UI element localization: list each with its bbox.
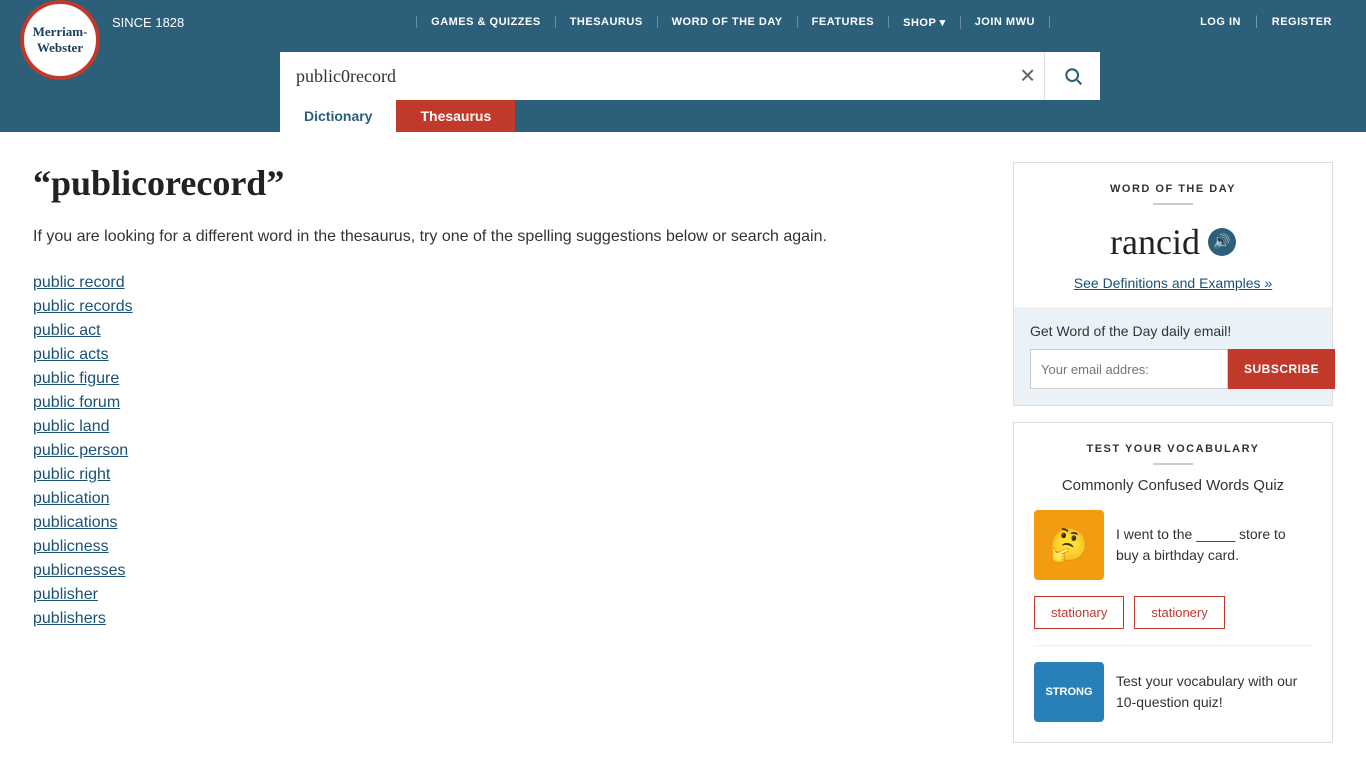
quiz2-row: STRONG Test your vocabulary with our 10-… — [1034, 645, 1312, 722]
suggestion-link[interactable]: publisher — [33, 586, 98, 603]
sidebar: WORD OF THE DAY rancid 🔊 See Definitions… — [1013, 162, 1333, 743]
email-row: SUBSCRIBE — [1030, 349, 1316, 389]
list-item: publications — [33, 514, 983, 532]
nav-shop[interactable]: SHOP ▾ — [889, 16, 961, 29]
auth-links: LOG IN | REGISTER — [1186, 14, 1346, 30]
register-link[interactable]: REGISTER — [1258, 16, 1346, 28]
logo-area: Merriam-Webster SINCE 1828 — [20, 0, 280, 62]
header-top-bar: Merriam-Webster SINCE 1828 GAMES & QUIZZ… — [0, 0, 1366, 44]
nav-features[interactable]: FEATURES — [798, 16, 889, 28]
content-area: “publicorecord” If you are looking for a… — [33, 162, 1013, 743]
list-item: publisher — [33, 586, 983, 604]
search-button[interactable] — [1044, 52, 1100, 100]
suggestion-link[interactable]: public figure — [33, 370, 119, 387]
nav-thesaurus[interactable]: THESAURUS — [556, 16, 658, 28]
list-item: publicnesses — [33, 562, 983, 580]
list-item: public act — [33, 322, 983, 340]
list-item: public forum — [33, 394, 983, 412]
suggestion-link[interactable]: public forum — [33, 394, 120, 411]
suggestion-link[interactable]: public right — [33, 466, 110, 483]
suggestion-link[interactable]: publications — [33, 514, 118, 531]
email-input[interactable] — [1030, 349, 1228, 389]
wotd-label: WORD OF THE DAY — [1034, 183, 1312, 195]
quiz-options: stationary stationery — [1034, 596, 1312, 629]
suggestion-link[interactable]: public act — [33, 322, 101, 339]
list-item: public acts — [33, 346, 983, 364]
suggestion-link[interactable]: public records — [33, 298, 133, 315]
search-icon — [1063, 66, 1083, 86]
description: If you are looking for a different word … — [33, 224, 983, 250]
main-content: “publicorecord” If you are looking for a… — [13, 132, 1353, 763]
suggestions-list: public record public records public act … — [33, 274, 983, 628]
logo[interactable]: Merriam-Webster — [20, 0, 100, 80]
tab-thesaurus[interactable]: Thesaurus — [396, 100, 515, 132]
sound-icon[interactable]: 🔊 — [1208, 228, 1236, 256]
tab-bar: Dictionary Thesaurus — [0, 100, 1366, 132]
login-link[interactable]: LOG IN — [1186, 16, 1255, 28]
nav-wotd[interactable]: WORD OF THE DAY — [658, 16, 798, 28]
tab-dictionary[interactable]: Dictionary — [280, 100, 396, 132]
list-item: public record — [33, 274, 983, 292]
suggestion-link[interactable]: public acts — [33, 346, 109, 363]
suggestion-link[interactable]: publishers — [33, 610, 106, 627]
suggestion-link[interactable]: publication — [33, 490, 110, 507]
quiz-option-stationary[interactable]: stationary — [1034, 596, 1124, 629]
since-label: SINCE 1828 — [112, 15, 184, 30]
subscribe-button[interactable]: SUBSCRIBE — [1228, 349, 1335, 389]
vocab-card: TEST YOUR VOCABULARY Commonly Confused W… — [1013, 422, 1333, 743]
list-item: public figure — [33, 370, 983, 388]
list-item: publicness — [33, 538, 983, 556]
wotd-email-label: Get Word of the Day daily email! — [1030, 323, 1316, 339]
wotd-divider — [1153, 203, 1193, 205]
suggestion-link[interactable]: public person — [33, 442, 128, 459]
list-item: public person — [33, 442, 983, 460]
list-item: public land — [33, 418, 983, 436]
nav-games[interactable]: GAMES & QUIZZES — [416, 16, 556, 28]
search-input[interactable] — [280, 52, 1044, 100]
list-item: publishers — [33, 610, 983, 628]
logo-text: Merriam-Webster — [33, 24, 88, 55]
search-wrapper: ✕ — [280, 52, 1100, 100]
page-title: “publicorecord” — [33, 162, 983, 204]
vocab-label: TEST YOUR VOCABULARY — [1034, 443, 1312, 455]
list-item: public right — [33, 466, 983, 484]
quiz-sentence: I went to the _____ store to buy a birth… — [1116, 524, 1312, 566]
quiz2-text: Test your vocabulary with our 10-questio… — [1116, 671, 1312, 713]
wotd-card: WORD OF THE DAY rancid 🔊 See Definitions… — [1013, 162, 1333, 406]
vocab-quiz-title: Commonly Confused Words Quiz — [1034, 477, 1312, 494]
quiz-option-stationery[interactable]: stationery — [1134, 596, 1224, 629]
wotd-definitions-link[interactable]: See Definitions and Examples » — [1034, 275, 1312, 291]
quiz2-image: STRONG — [1034, 662, 1104, 722]
quiz-image: 🤔 — [1034, 510, 1104, 580]
suggestion-link[interactable]: public record — [33, 274, 125, 291]
vocab-divider — [1153, 463, 1193, 465]
nav-join[interactable]: JOIN MWU — [961, 16, 1050, 28]
suggestion-link[interactable]: publicness — [33, 538, 109, 555]
wotd-email-section: Get Word of the Day daily email! SUBSCRI… — [1014, 307, 1332, 405]
list-item: public records — [33, 298, 983, 316]
suggestion-link[interactable]: public land — [33, 418, 110, 435]
wotd-word: rancid 🔊 — [1034, 221, 1312, 263]
suggestion-link[interactable]: publicnesses — [33, 562, 126, 579]
quiz-row: 🤔 I went to the _____ store to buy a bir… — [1034, 510, 1312, 580]
list-item: publication — [33, 490, 983, 508]
clear-button[interactable]: ✕ — [1015, 60, 1040, 93]
main-nav: GAMES & QUIZZES THESAURUS WORD OF THE DA… — [280, 16, 1186, 29]
